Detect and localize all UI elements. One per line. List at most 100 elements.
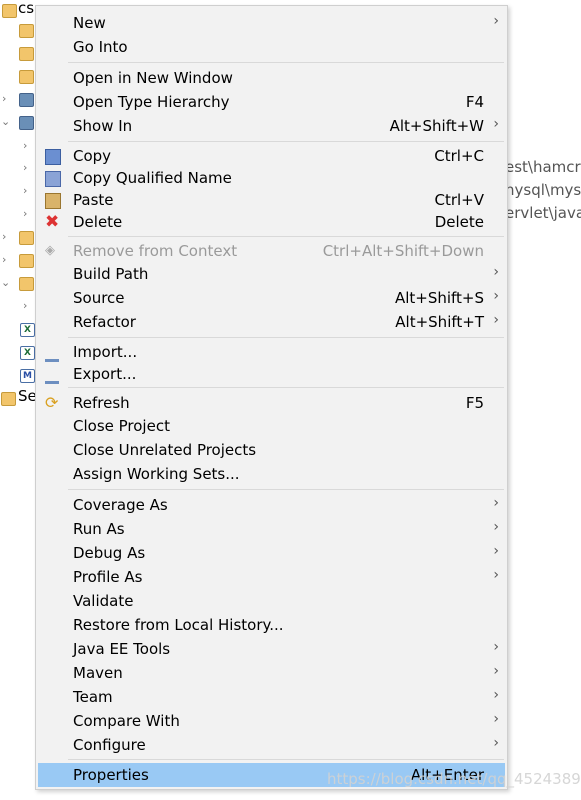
library-icon	[19, 93, 34, 107]
tree-row-project[interactable]: cs	[0, 0, 40, 22]
chevron-right-icon[interactable]: ›	[23, 184, 27, 197]
menu-item-export[interactable]: Export...	[38, 362, 505, 386]
menu-item-team[interactable]: Team ›	[38, 685, 505, 709]
tree-row-servers[interactable]: Se	[0, 387, 40, 410]
menu-item-coverage-as[interactable]: Coverage As ›	[38, 493, 505, 517]
menu-item-delete[interactable]: ✖ Delete Delete	[38, 210, 505, 234]
menu-item-label: Coverage As	[73, 496, 168, 514]
menu-item-paste[interactable]: Paste Ctrl+V	[38, 188, 505, 212]
menu-item-show-in[interactable]: Show In Alt+Shift+W ›	[38, 114, 505, 138]
menu-separator	[68, 141, 504, 142]
tree-row[interactable]: ›	[0, 158, 40, 180]
tree-row[interactable]: ›	[0, 89, 40, 111]
menu-separator	[68, 62, 504, 63]
menu-item-shortcut: Ctrl+V	[434, 191, 484, 209]
menu-item-copy[interactable]: Copy Ctrl+C	[38, 144, 505, 168]
menu-item-open-type-hierarchy[interactable]: Open Type Hierarchy F4	[38, 90, 505, 114]
menu-item-compare-with[interactable]: Compare With ›	[38, 709, 505, 733]
menu-separator	[68, 759, 504, 760]
menu-item-label: Open in New Window	[73, 69, 233, 87]
menu-item-label: Java EE Tools	[73, 640, 171, 658]
chevron-right-icon[interactable]: ›	[2, 230, 6, 243]
menu-item-import[interactable]: Import...	[38, 340, 505, 364]
menu-item-label: Import...	[73, 343, 138, 361]
menu-item-go-into[interactable]: Go Into	[38, 35, 505, 59]
menu-item-copy-qualified-name[interactable]: Copy Qualified Name	[38, 166, 505, 190]
menu-item-source[interactable]: Source Alt+Shift+S ›	[38, 286, 505, 310]
chevron-down-icon[interactable]: ⌄	[1, 115, 10, 128]
menu-item-remove-from-context: ◈ Remove from Context Ctrl+Alt+Shift+Dow…	[38, 239, 505, 263]
menu-item-debug-as[interactable]: Debug As ›	[38, 541, 505, 565]
menu-item-restore-from-local-history[interactable]: Restore from Local History...	[38, 613, 505, 637]
tree-row[interactable]: X	[0, 319, 40, 341]
package-icon	[19, 47, 34, 61]
tree-row[interactable]: ›	[0, 181, 40, 203]
menu-item-label: Maven	[73, 664, 123, 682]
menu-item-label: Properties	[73, 766, 149, 784]
menu-item-label: Export...	[73, 365, 137, 383]
delete-icon: ✖	[45, 212, 60, 232]
tree-row[interactable]: ›	[0, 136, 40, 158]
chevron-right-icon[interactable]: ›	[2, 92, 6, 105]
import-icon	[45, 345, 59, 362]
chevron-right-icon[interactable]: ›	[23, 299, 27, 312]
menu-item-validate[interactable]: Validate	[38, 589, 505, 613]
submenu-arrow-icon: ›	[493, 116, 499, 132]
menu-item-label: Copy	[73, 147, 112, 165]
watermark-text: https://blog.csdn.net/qq_45243895	[327, 770, 581, 788]
tree-row[interactable]	[0, 43, 40, 65]
menu-item-label: Assign Working Sets...	[73, 465, 240, 483]
menu-item-assign-working-sets[interactable]: Assign Working Sets...	[38, 462, 505, 486]
menu-item-label: Configure	[73, 736, 146, 754]
tree-row[interactable]: X	[0, 342, 40, 364]
folder-icon	[19, 231, 34, 245]
menu-item-java-ee-tools[interactable]: Java EE Tools ›	[38, 637, 505, 661]
menu-item-close-project[interactable]: Close Project	[38, 414, 505, 438]
menu-item-label: Refresh	[73, 394, 130, 412]
chevron-down-icon[interactable]: ⌄	[1, 276, 10, 289]
menu-item-refactor[interactable]: Refactor Alt+Shift+T ›	[38, 310, 505, 334]
menu-item-new[interactable]: New ›	[38, 11, 505, 35]
tree-row[interactable]	[0, 20, 40, 42]
refresh-icon: ⟳	[45, 393, 59, 412]
menu-item-close-unrelated-projects[interactable]: Close Unrelated Projects	[38, 438, 505, 462]
tree-row[interactable]	[0, 66, 40, 88]
background-path-text: est\hamcre	[505, 158, 581, 176]
menu-item-label: Team	[73, 688, 113, 706]
remove-from-context-icon: ◈	[45, 243, 55, 258]
menu-item-shortcut: Alt+Shift+W	[389, 117, 484, 135]
library-icon	[19, 116, 34, 130]
submenu-arrow-icon: ›	[493, 639, 499, 655]
servers-folder-icon	[1, 392, 16, 406]
menu-item-label: Compare With	[73, 712, 180, 730]
menu-item-configure[interactable]: Configure ›	[38, 733, 505, 757]
chevron-right-icon[interactable]: ›	[23, 161, 27, 174]
tree-label-servers: Se	[18, 387, 37, 405]
menu-separator	[68, 387, 504, 388]
tree-row[interactable]: ›	[0, 250, 40, 272]
menu-item-build-path[interactable]: Build Path ›	[38, 262, 505, 286]
tree-row[interactable]: ⌄	[0, 112, 40, 134]
menu-item-run-as[interactable]: Run As ›	[38, 517, 505, 541]
menu-item-label: Remove from Context	[73, 242, 238, 260]
menu-item-maven[interactable]: Maven ›	[38, 661, 505, 685]
menu-item-label: Build Path	[73, 265, 149, 283]
menu-item-label: Refactor	[73, 313, 136, 331]
submenu-arrow-icon: ›	[493, 687, 499, 703]
paste-icon	[45, 193, 61, 209]
menu-item-refresh[interactable]: ⟳ Refresh F5	[38, 391, 505, 415]
chevron-right-icon[interactable]: ›	[23, 139, 27, 152]
context-menu: New › Go Into Open in New Window Open Ty…	[35, 5, 508, 790]
chevron-right-icon[interactable]: ›	[23, 207, 27, 220]
project-folder-icon	[2, 4, 17, 18]
chevron-right-icon[interactable]: ›	[2, 253, 6, 266]
menu-item-profile-as[interactable]: Profile As ›	[38, 565, 505, 589]
menu-item-open-in-new-window[interactable]: Open in New Window	[38, 66, 505, 90]
tree-row[interactable]: ⌄	[0, 273, 40, 295]
menu-item-label: Run As	[73, 520, 125, 538]
tree-row[interactable]: ›	[0, 204, 40, 226]
tree-row[interactable]: ›	[0, 227, 40, 249]
tree-row[interactable]: ›	[0, 296, 40, 318]
tree-row[interactable]: M	[0, 365, 40, 387]
menu-item-label: Open Type Hierarchy	[73, 93, 230, 111]
